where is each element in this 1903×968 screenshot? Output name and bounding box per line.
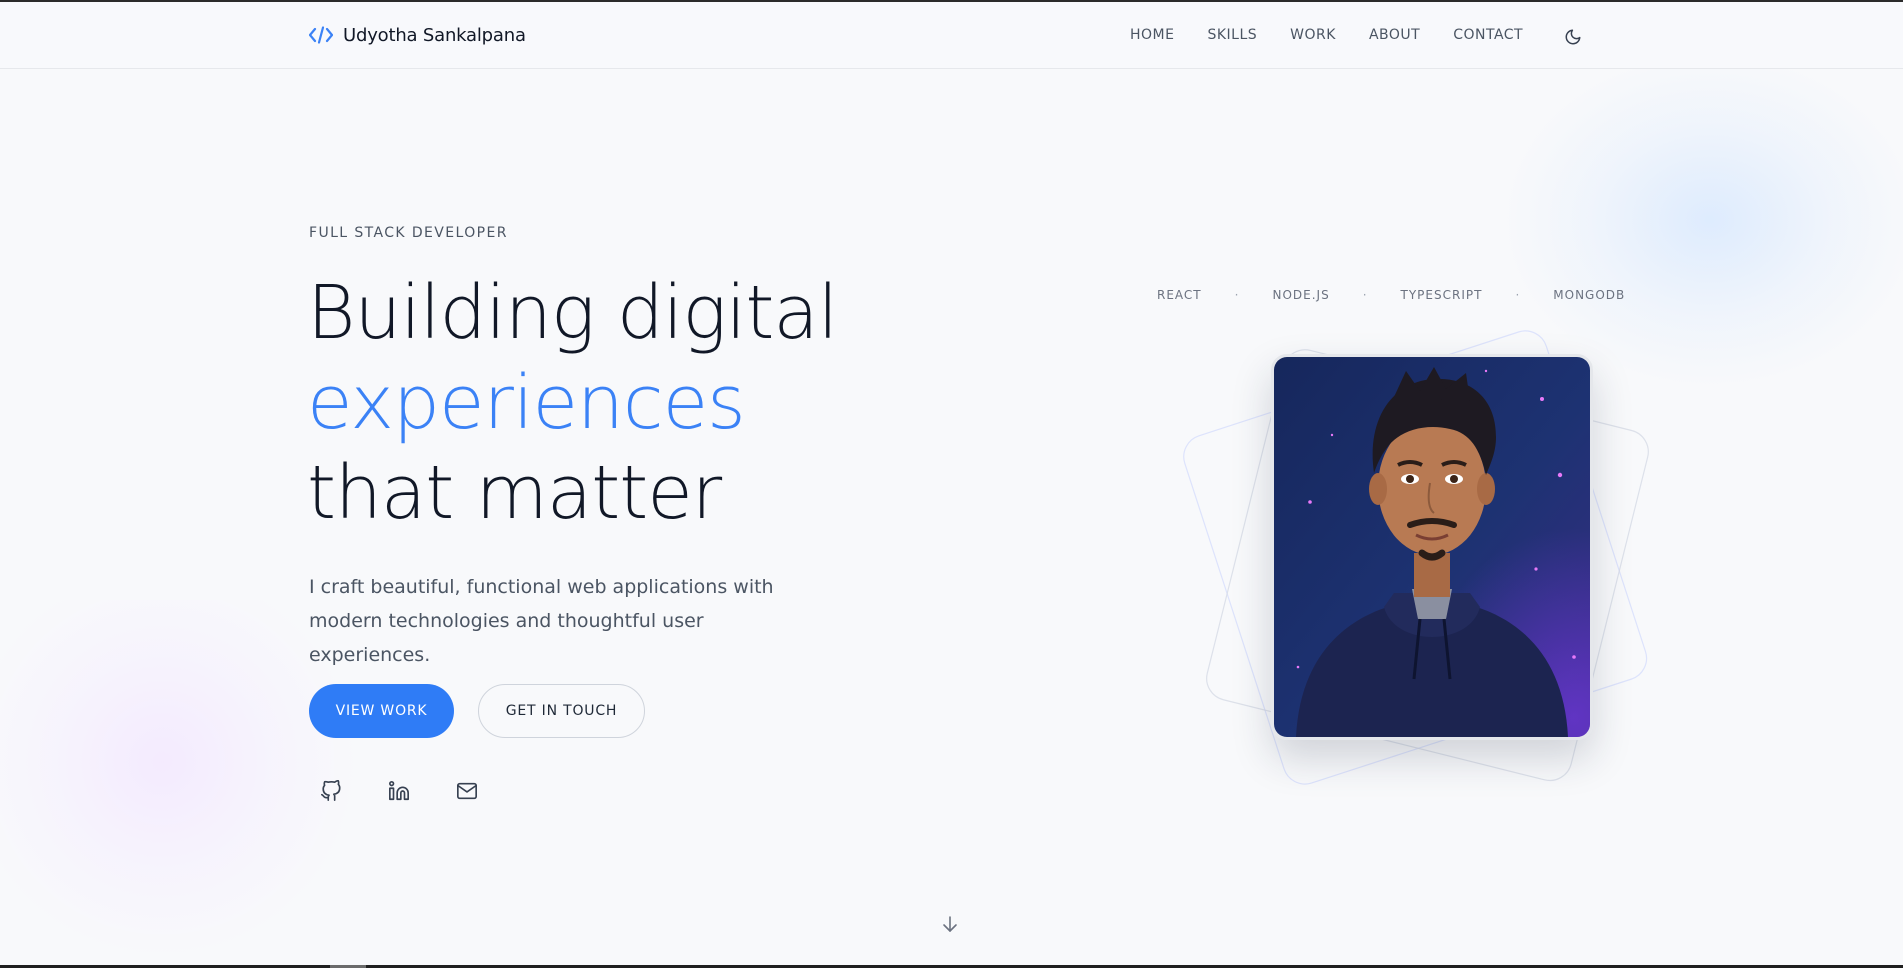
hero-eyebrow: FULL STACK DEVELOPER bbox=[309, 225, 508, 241]
headline-line-2-accent: experiences bbox=[307, 360, 746, 446]
code-icon bbox=[309, 26, 333, 44]
headline-line-1: Building digital bbox=[307, 270, 838, 356]
nav-work[interactable]: WORK bbox=[1290, 27, 1336, 43]
nav-home[interactable]: HOME bbox=[1130, 27, 1174, 43]
decorative-glow-left bbox=[0, 600, 360, 960]
nav-skills[interactable]: SKILLS bbox=[1207, 27, 1257, 43]
hero-headline: Building digital experiences that matter bbox=[307, 268, 838, 538]
linkedin-icon[interactable] bbox=[388, 780, 410, 802]
main-nav: HOME SKILLS WORK ABOUT CONTACT bbox=[1130, 2, 1556, 68]
mail-icon[interactable] bbox=[456, 780, 478, 802]
nav-contact[interactable]: CONTACT bbox=[1453, 27, 1523, 43]
profile-portrait bbox=[1271, 354, 1593, 740]
theme-toggle-button[interactable] bbox=[1562, 26, 1584, 48]
view-work-button[interactable]: VIEW WORK bbox=[309, 684, 454, 738]
brand[interactable]: Udyotha Sankalpana bbox=[309, 2, 526, 68]
social-links bbox=[320, 780, 478, 802]
brand-name: Udyotha Sankalpana bbox=[343, 24, 526, 46]
headline-line-3: that matter bbox=[307, 450, 722, 536]
scroll-down-arrow-icon[interactable] bbox=[941, 913, 959, 935]
top-navbar: Udyotha Sankalpana HOME SKILLS WORK ABOU… bbox=[0, 2, 1903, 69]
get-in-touch-button[interactable]: GET IN TOUCH bbox=[478, 684, 645, 738]
moon-icon bbox=[1565, 29, 1581, 45]
nav-about[interactable]: ABOUT bbox=[1369, 27, 1420, 43]
github-icon[interactable] bbox=[320, 780, 342, 802]
hero-description: I craft beautiful, functional web applic… bbox=[309, 576, 774, 666]
